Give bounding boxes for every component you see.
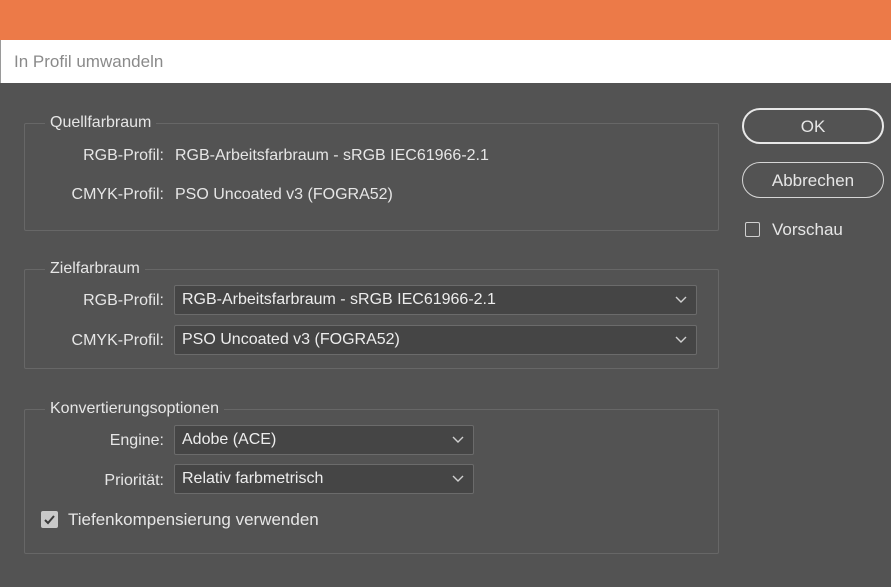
intent-select[interactable]: Relativ farbmetrisch — [174, 464, 474, 494]
destination-cmyk-label: CMYK-Profil: — [71, 332, 164, 349]
dialog-titlebar[interactable]: In Profil umwandeln — [0, 40, 891, 83]
chevron-down-icon — [675, 336, 687, 343]
dialog-title: In Profil umwandeln — [14, 52, 164, 71]
chevron-down-icon — [675, 296, 687, 303]
chevron-down-icon — [452, 475, 464, 482]
source-cmyk-label: CMYK-Profil: — [71, 186, 164, 203]
conversion-options-legend: Konvertierungsoptionen — [45, 400, 225, 418]
conversion-options-group: Konvertierungsoptionen Engine: Adobe (AC… — [24, 400, 719, 554]
intent-selected: Relativ farbmetrisch — [182, 470, 324, 487]
destination-rgb-label: RGB-Profil: — [83, 292, 164, 309]
preview-checkbox[interactable] — [745, 222, 760, 237]
engine-selected: Adobe (ACE) — [182, 431, 277, 448]
checkmark-icon — [44, 515, 55, 525]
preview-label[interactable]: Vorschau — [772, 220, 843, 240]
destination-space-legend: Zielfarbraum — [45, 260, 145, 278]
chevron-down-icon — [452, 436, 464, 443]
engine-select[interactable]: Adobe (ACE) — [174, 425, 474, 455]
source-space-group: Quellfarbraum RGB-Profil: RGB-Arbeitsfar… — [24, 114, 719, 231]
destination-cmyk-profile-select[interactable]: PSO Uncoated v3 (FOGRA52) — [174, 325, 697, 355]
black-point-compensation-label[interactable]: Tiefenkompensierung verwenden — [68, 510, 319, 530]
destination-rgb-profile-select[interactable]: RGB-Arbeitsfarbraum - sRGB IEC61966-2.1 — [174, 285, 697, 315]
source-rgb-label: RGB-Profil: — [83, 147, 164, 164]
source-space-legend: Quellfarbraum — [45, 114, 157, 132]
destination-rgb-selected: RGB-Arbeitsfarbraum - sRGB IEC61966-2.1 — [182, 291, 496, 308]
convert-to-profile-dialog: Quellfarbraum RGB-Profil: RGB-Arbeitsfar… — [0, 83, 891, 587]
black-point-compensation-checkbox[interactable] — [41, 511, 58, 528]
engine-label: Engine: — [109, 432, 164, 449]
destination-space-group: Zielfarbraum RGB-Profil: RGB-Arbeitsfarb… — [24, 260, 719, 369]
source-cmyk-value: PSO Uncoated v3 (FOGRA52) — [175, 186, 393, 203]
app-background — [0, 0, 891, 40]
intent-label: Priorität: — [104, 472, 164, 489]
ok-button[interactable]: OK — [742, 108, 884, 144]
destination-cmyk-selected: PSO Uncoated v3 (FOGRA52) — [182, 331, 400, 348]
source-rgb-value: RGB-Arbeitsfarbraum - sRGB IEC61966-2.1 — [175, 147, 489, 164]
cancel-button[interactable]: Abbrechen — [742, 162, 884, 198]
